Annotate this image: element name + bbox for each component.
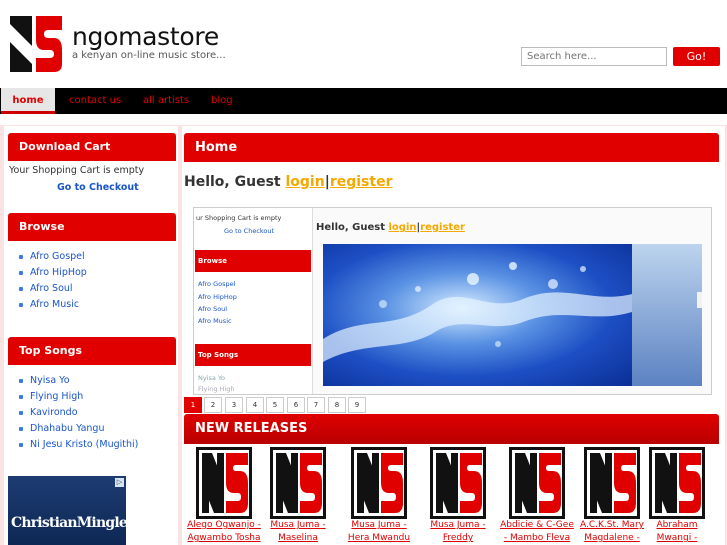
nav-all-artists[interactable]: all artists [143,88,189,114]
slide-greeting: Hello, Guest login|register [316,222,465,233]
slide-browse-item: Afro Music [198,317,232,325]
top-song-item[interactable]: Flying High [19,389,138,405]
slide-top-song-item: Nyisa Yo [198,374,226,382]
browse-list: Afro Gospel Afro HipHop Afro Soul Afro M… [19,249,87,313]
login-link[interactable]: login [285,174,324,190]
release-cover-ns-logo[interactable] [649,447,705,519]
top-song-item[interactable]: Nyisa Yo [19,373,138,389]
nav-contact-us[interactable]: contact us [69,88,121,114]
slide-page-9[interactable]: 9 [348,397,366,413]
new-releases-heading: NEW RELEASES [184,414,719,444]
register-link[interactable]: register [330,174,393,190]
slide-cart-text: ur Shopping Cart is empty [196,214,282,222]
release-item[interactable]: Musa Juma - Maselina [261,447,335,545]
slide-checkout-text: Go to Checkout [224,227,275,235]
slide-side-image [632,244,702,386]
release-cover-ns-logo[interactable] [584,447,640,519]
release-title-line[interactable]: Alego Ogwanjo - [187,519,261,532]
browse-item-afro-gospel[interactable]: Afro Gospel [19,249,87,265]
release-item[interactable]: Abdicie & C-Gee - Mambo Fleva [500,447,574,545]
slide-page-4[interactable]: 4 [246,397,264,413]
release-cover-ns-logo[interactable] [509,447,565,519]
release-title-line[interactable]: Magdalene - [575,532,649,545]
release-item[interactable]: Abraham Mwangi - [640,447,714,545]
release-cover-ns-logo[interactable] [270,447,326,519]
top-songs-heading: Top Songs [8,337,176,365]
release-item[interactable]: Musa Juma - Freddy [421,447,495,545]
top-song-item[interactable]: Ni Jesu Kristo (Mugithi) [19,437,138,453]
release-title-line[interactable]: Freddy [421,532,495,545]
release-title-line[interactable]: A.C.K.St. Mary [575,519,649,532]
site-logo[interactable] [10,16,62,72]
greeting: Hello, Guest login|register [184,174,392,190]
slide-login-text: login [388,222,417,233]
advertisement-banner[interactable]: ▷ ChristianMingle [8,476,126,545]
slide-page-6[interactable]: 6 [287,397,305,413]
ad-text: ChristianMingle [11,515,126,531]
release-title-line[interactable]: Mwangi - [640,532,714,545]
top-song-item[interactable]: Kavirondo [19,405,138,421]
ad-choices-icon[interactable]: ▷ [115,478,124,487]
browse-heading: Browse [8,213,176,241]
greeting-text: Hello, Guest [184,174,281,190]
release-title-line[interactable]: Abraham [640,519,714,532]
release-item[interactable]: Musa Juma - Hera Mwandu [342,447,416,545]
nav-blog[interactable]: blog [211,88,233,114]
release-title-line[interactable]: Agwambo Tosha [187,532,261,545]
slide-page-2[interactable]: 2 [204,397,222,413]
release-title-line[interactable]: Hera Mwandu [342,532,416,545]
browse-item-afro-music[interactable]: Afro Music [19,297,87,313]
release-cover-ns-logo[interactable] [196,447,252,519]
cart-empty-text: Your Shopping Cart is empty [9,165,145,176]
browse-item-afro-hiphop[interactable]: Afro HipHop [19,265,87,281]
site-tagline: a kenyan on-line music store... [72,50,226,61]
slide-page-7[interactable]: 7 [307,397,325,413]
slideshow[interactable]: ur Shopping Cart is empty Go to Checkout… [193,207,712,395]
slide-next-arrow-icon[interactable] [697,292,702,308]
top-songs-list: Nyisa Yo Flying High Kavirondo Dhahabu Y… [19,373,138,453]
slide-browse-item: Afro HipHop [198,293,237,301]
slide-page-8[interactable]: 8 [328,397,346,413]
release-title-line[interactable]: Musa Juma - [261,519,335,532]
release-title-line[interactable]: Musa Juma - [421,519,495,532]
release-cover-ns-logo[interactable] [430,447,486,519]
release-cover-ns-logo[interactable] [351,447,407,519]
release-title-line[interactable]: Abdicie & C-Gee [500,519,574,532]
slide-top-song-item: Flying High [198,385,235,393]
slide-screenshot-sidebar: ur Shopping Cart is empty Go to Checkout… [194,208,313,394]
release-title-line[interactable]: - Mambo Fleva [500,532,574,545]
release-title-line[interactable]: Musa Juma - [342,519,416,532]
slide-page-1[interactable]: 1 [184,397,202,413]
release-title-line[interactable]: Maselina [261,532,335,545]
release-item[interactable]: Alego Ogwanjo - Agwambo Tosha [187,447,261,545]
nav-home[interactable]: home [1,88,55,114]
slide-register-text: register [420,222,465,233]
browse-item-afro-soul[interactable]: Afro Soul [19,281,87,297]
slide-top-songs-heading: Top Songs [195,344,311,366]
search-input[interactable] [521,47,667,66]
slide-water-splash-image [323,244,632,386]
slide-page-3[interactable]: 3 [225,397,243,413]
slide-browse-item: Afro Gospel [198,280,236,288]
slide-page-5[interactable]: 5 [266,397,284,413]
slide-greeting-text: Hello, Guest [316,222,385,233]
release-item[interactable]: A.C.K.St. Mary Magdalene - [575,447,649,545]
slide-browse-heading: Browse [195,250,311,272]
page-title: Home [184,133,719,162]
go-to-checkout-link[interactable]: Go to Checkout [57,182,139,193]
slide-browse-item: Afro Soul [198,305,228,313]
search-button[interactable]: Go! [673,47,720,66]
site-title[interactable]: ngomastore [72,22,219,52]
top-song-item[interactable]: Dhahabu Yangu [19,421,138,437]
download-cart-heading: Download Cart [8,133,176,161]
